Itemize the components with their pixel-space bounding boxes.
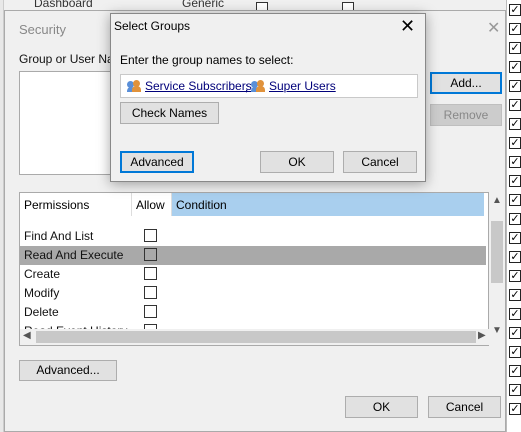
column-header-allow[interactable]: Allow	[132, 193, 172, 216]
right-checkbox-column: ✓ ✓ ✓ ✓ ✓ ✓ ✓ ✓ ✓ ✓ ✓ ✓ ✓ ✓ ✓ ✓ ✓ ✓ ✓ ✓ ✓ ✓	[506, 0, 521, 432]
close-icon[interactable]: ✕	[487, 18, 500, 38]
group-name-link[interactable]: Service Subscribers	[145, 79, 252, 93]
checkbox-checked[interactable]: ✓	[509, 232, 521, 244]
scroll-left-icon[interactable]: ◀	[23, 330, 31, 341]
remove-button: Remove	[430, 104, 502, 126]
permission-name: Create	[24, 267, 61, 281]
checkbox-checked[interactable]: ✓	[509, 346, 521, 358]
checkbox-checked[interactable]: ✓	[509, 61, 521, 73]
permission-name: Modify	[24, 286, 60, 300]
allow-checkbox[interactable]	[144, 305, 157, 318]
checkbox-checked[interactable]: ✓	[509, 384, 521, 396]
checkbox-checked[interactable]: ✓	[509, 156, 521, 168]
permission-row[interactable]: Read And Execute	[20, 246, 486, 265]
checkbox-checked[interactable]: ✓	[509, 42, 521, 54]
checkbox-checked[interactable]: ✓	[509, 4, 521, 16]
checkbox-checked[interactable]: ✓	[509, 365, 521, 377]
column-header-condition[interactable]: Condition	[172, 193, 484, 216]
allow-checkbox[interactable]	[144, 286, 157, 299]
group-icon	[251, 80, 267, 93]
checkbox-checked[interactable]: ✓	[509, 194, 521, 206]
scroll-up-icon[interactable]: ▲	[492, 195, 502, 206]
permission-row[interactable]: Find And List	[20, 227, 486, 246]
security-cancel-button[interactable]: Cancel	[428, 396, 501, 418]
group-names-prompt: Enter the group names to select:	[120, 53, 294, 67]
dialog-cancel-button[interactable]: Cancel	[343, 151, 417, 173]
permissions-header: Permissions Allow Condition	[20, 193, 490, 217]
checkbox-checked[interactable]: ✓	[509, 213, 521, 225]
checkbox-checked[interactable]: ✓	[509, 80, 521, 92]
dialog-title: Select Groups	[114, 19, 191, 33]
close-icon[interactable]: ✕	[400, 16, 415, 37]
background-row-label: Dashboard	[34, 0, 93, 10]
add-button[interactable]: Add...	[430, 72, 502, 94]
checkbox-checked[interactable]: ✓	[509, 23, 521, 35]
check-names-button[interactable]: Check Names	[120, 102, 219, 124]
checkbox-checked[interactable]: ✓	[509, 308, 521, 320]
permissions-grid: Permissions Allow Condition Find And Lis…	[19, 192, 503, 346]
horizontal-scroll-thumb[interactable]	[36, 331, 476, 343]
name-separator: ;	[245, 80, 249, 94]
permission-name: Find And List	[24, 229, 94, 243]
checkbox-checked[interactable]: ✓	[509, 99, 521, 111]
checkbox-checked[interactable]: ✓	[509, 251, 521, 263]
scroll-down-icon[interactable]: ▼	[492, 325, 502, 336]
security-window-title: Security	[19, 22, 66, 37]
group-or-user-names-label: Group or User Na	[19, 52, 114, 66]
checkbox-checked[interactable]: ✓	[509, 118, 521, 130]
select-groups-dialog: Select Groups ✕ Enter the group names to…	[110, 13, 426, 182]
dialog-ok-button[interactable]: OK	[260, 151, 334, 173]
checkbox-checked[interactable]: ✓	[509, 289, 521, 301]
dialog-advanced-button[interactable]: Advanced	[120, 151, 194, 173]
background-row-type: Generic	[182, 0, 225, 10]
horizontal-scrollbar[interactable]: ◀ ▶	[20, 329, 489, 345]
allow-checkbox[interactable]	[144, 229, 157, 242]
group-or-user-list[interactable]	[19, 71, 115, 175]
checkbox-checked[interactable]: ✓	[509, 403, 521, 415]
permission-row[interactable]: Create	[20, 265, 486, 284]
security-advanced-button[interactable]: Advanced...	[19, 360, 117, 381]
checkbox-checked[interactable]: ✓	[509, 137, 521, 149]
allow-checkbox[interactable]	[144, 248, 157, 261]
vertical-scrollbar[interactable]: ▲ ▼	[489, 195, 503, 341]
group-names-input[interactable]: Service Subscribers ; Super Users	[120, 74, 418, 98]
group-icon	[127, 80, 143, 93]
security-ok-button[interactable]: OK	[345, 396, 418, 418]
allow-checkbox[interactable]	[144, 267, 157, 280]
permission-row[interactable]: Modify	[20, 284, 486, 303]
permission-name: Delete	[24, 305, 59, 319]
permission-name: Read And Execute	[24, 248, 124, 262]
permission-row[interactable]: Delete	[20, 303, 486, 322]
group-name-link[interactable]: Super Users	[269, 79, 336, 93]
checkbox-checked[interactable]: ✓	[509, 175, 521, 187]
scroll-right-icon[interactable]: ▶	[478, 330, 486, 341]
checkbox-checked[interactable]: ✓	[509, 270, 521, 282]
checkbox-checked[interactable]: ✓	[509, 327, 521, 339]
column-header-permissions[interactable]: Permissions	[20, 193, 132, 216]
vertical-scroll-thumb[interactable]	[491, 221, 503, 283]
